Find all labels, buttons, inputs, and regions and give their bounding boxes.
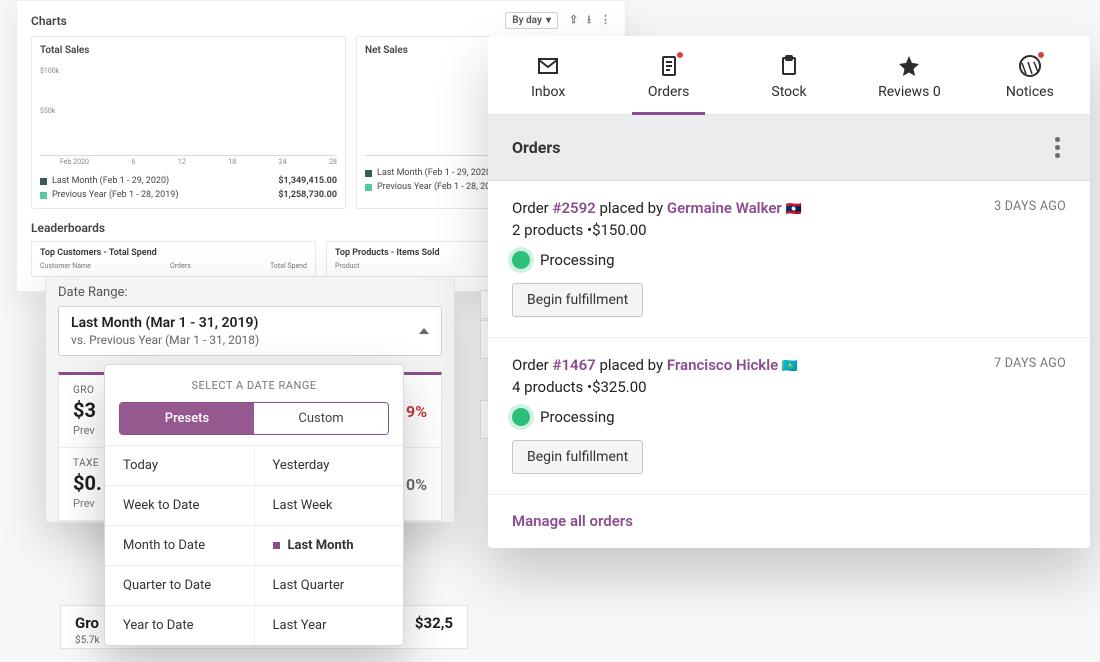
orders-header: Orders: [488, 115, 1090, 181]
clipboard2-icon: [777, 54, 801, 78]
status-processing-icon: [512, 251, 530, 269]
orders-panel: Inbox Orders Stock Reviews 0 Notices Ord…: [488, 36, 1090, 548]
status-processing-icon: [512, 408, 530, 426]
byday-chip[interactable]: By day ▾: [505, 12, 558, 29]
share-icon[interactable]: ⇪: [569, 13, 578, 26]
customer-link[interactable]: Francisco Hickle: [667, 356, 778, 374]
mail-icon: [536, 54, 560, 78]
caret-up-icon: [419, 328, 429, 334]
total-sales-title: Total Sales: [40, 45, 337, 56]
begin-fulfillment-button[interactable]: Begin fulfillment: [512, 440, 643, 474]
kebab-icon[interactable]: [1049, 131, 1066, 164]
order-card: Order #1467 placed by Francisco Hickle 🇰…: [488, 338, 1090, 495]
total-sales-xaxis: Feb 2020612182428: [40, 158, 337, 166]
tab-stock[interactable]: Stock: [729, 36, 849, 114]
popover-title: SELECT A DATE RANGE: [105, 365, 403, 402]
star-icon: [897, 54, 921, 78]
order-number-link[interactable]: #2592: [552, 199, 595, 217]
order-card: Order #2592 placed by Germaine Walker 🇱🇦…: [488, 181, 1090, 338]
preset-last-year[interactable]: Last Year: [254, 606, 404, 645]
preset-last-month[interactable]: Last Month: [254, 526, 404, 565]
order-age: 3 DAYS AGO: [994, 199, 1066, 214]
chevron-down-icon: ▾: [546, 15, 551, 26]
download-icon[interactable]: ⭳: [587, 13, 591, 26]
preset-today[interactable]: Today: [105, 446, 254, 485]
preset-month-to-date[interactable]: Month to Date: [105, 526, 254, 565]
charts-heading: Charts: [31, 14, 67, 28]
order-summary: 4 products •$325.00: [512, 378, 1066, 396]
clipboard-icon: [657, 54, 681, 78]
preset-last-quarter[interactable]: Last Quarter: [254, 566, 404, 605]
order-number-link[interactable]: #1467: [552, 356, 595, 374]
order-age: 7 DAYS AGO: [994, 356, 1066, 371]
seg-custom[interactable]: Custom: [254, 403, 388, 434]
date-range-dropdown[interactable]: Last Month (Mar 1 - 31, 2019) vs. Previo…: [58, 306, 442, 356]
date-range-popover: SELECT A DATE RANGE Presets Custom Today…: [104, 364, 404, 646]
tab-notices[interactable]: Notices: [970, 36, 1090, 114]
tab-reviews[interactable]: Reviews 0: [849, 36, 969, 114]
more-icon[interactable]: ⋮: [600, 13, 611, 26]
activity-tabs: Inbox Orders Stock Reviews 0 Notices: [488, 36, 1090, 115]
flag-icon: 🇰🇿: [782, 359, 798, 374]
wordpress-icon: [1018, 54, 1042, 78]
status-label: Processing: [540, 408, 615, 426]
preset-yesterday[interactable]: Yesterday: [254, 446, 404, 485]
total-sales-card: Total Sales $50k $100k: [31, 36, 346, 209]
top-customers-card: Top Customers - Total Spend Customer Nam…: [31, 241, 316, 277]
badge-dot-icon: [1037, 51, 1045, 59]
badge-dot-icon: [676, 51, 684, 59]
selected-dot-icon: [273, 542, 280, 549]
preset-year-to-date[interactable]: Year to Date: [105, 606, 254, 645]
status-label: Processing: [540, 251, 615, 269]
tab-orders[interactable]: Orders: [608, 36, 728, 114]
flag-icon: 🇱🇦: [786, 202, 802, 217]
customer-link[interactable]: Germaine Walker: [667, 199, 782, 217]
manage-all-orders-link[interactable]: Manage all orders: [512, 512, 633, 530]
preset-last-week[interactable]: Last Week: [254, 486, 404, 525]
orders-heading: Orders: [512, 138, 560, 157]
date-range-label: Date Range:: [58, 285, 442, 300]
preset-week-to-date[interactable]: Week to Date: [105, 486, 254, 525]
total-sales-chart: $50k $100k: [40, 60, 337, 156]
order-summary: 2 products •$150.00: [512, 221, 1066, 239]
tab-inbox[interactable]: Inbox: [488, 36, 608, 114]
date-range-segmented: Presets Custom: [119, 402, 389, 435]
preset-quarter-to-date[interactable]: Quarter to Date: [105, 566, 254, 605]
seg-presets[interactable]: Presets: [120, 403, 254, 434]
begin-fulfillment-button[interactable]: Begin fulfillment: [512, 283, 643, 317]
